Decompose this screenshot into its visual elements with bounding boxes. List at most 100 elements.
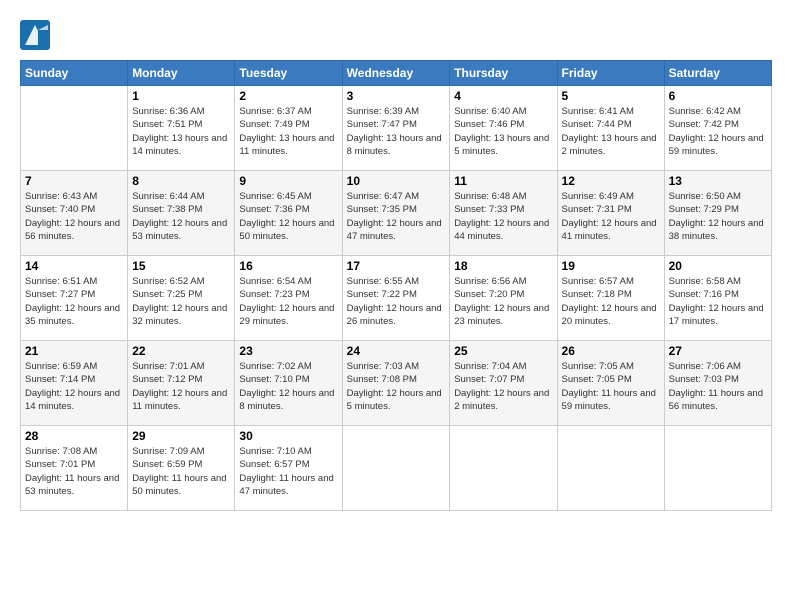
day-info: Sunrise: 6:45 AM Sunset: 7:36 PM Dayligh… bbox=[239, 190, 337, 243]
day-info: Sunrise: 7:06 AM Sunset: 7:03 PM Dayligh… bbox=[669, 360, 767, 413]
day-info: Sunrise: 6:36 AM Sunset: 7:51 PM Dayligh… bbox=[132, 105, 230, 158]
day-header-monday: Monday bbox=[128, 61, 235, 86]
calendar-cell bbox=[557, 426, 664, 511]
calendar-cell: 7 Sunrise: 6:43 AM Sunset: 7:40 PM Daylig… bbox=[21, 171, 128, 256]
day-number: 9 bbox=[239, 174, 337, 188]
logo-icon bbox=[20, 20, 50, 50]
calendar-cell: 27Sunrise: 7:06 AM Sunset: 7:03 PM Dayli… bbox=[664, 341, 771, 426]
day-number: 18 bbox=[454, 259, 552, 273]
calendar-week-1: 7 Sunrise: 6:43 AM Sunset: 7:40 PM Daylig… bbox=[21, 171, 772, 256]
calendar-cell: 13Sunrise: 6:50 AM Sunset: 7:29 PM Dayli… bbox=[664, 171, 771, 256]
calendar-week-3: 21Sunrise: 6:59 AM Sunset: 7:14 PM Dayli… bbox=[21, 341, 772, 426]
calendar-cell bbox=[450, 426, 557, 511]
day-number: 21 bbox=[25, 344, 123, 358]
calendar-cell: 18 Sunrise: 6:56 AM Sunset: 7:20 PM Dayli… bbox=[450, 256, 557, 341]
calendar-cell: 21Sunrise: 6:59 AM Sunset: 7:14 PM Dayli… bbox=[21, 341, 128, 426]
day-number: 8 bbox=[132, 174, 230, 188]
calendar-cell bbox=[21, 86, 128, 171]
calendar-cell: 17 Sunrise: 6:55 AM Sunset: 7:22 PM Dayli… bbox=[342, 256, 450, 341]
day-number: 19 bbox=[562, 259, 660, 273]
day-number: 22 bbox=[132, 344, 230, 358]
calendar-cell: 30 Sunrise: 7:10 AM Sunset: 6:57 PM Dayli… bbox=[235, 426, 342, 511]
day-number: 28 bbox=[25, 429, 123, 443]
day-info: Sunrise: 6:40 AM Sunset: 7:46 PM Dayligh… bbox=[454, 105, 552, 158]
day-info: Sunrise: 7:02 AM Sunset: 7:10 PM Dayligh… bbox=[239, 360, 337, 413]
calendar-cell: 11 Sunrise: 6:48 AM Sunset: 7:33 PM Dayli… bbox=[450, 171, 557, 256]
calendar: SundayMondayTuesdayWednesdayThursdayFrid… bbox=[20, 60, 772, 511]
calendar-cell: 20 Sunrise: 6:58 AM Sunset: 7:16 PM Dayli… bbox=[664, 256, 771, 341]
day-info: Sunrise: 6:42 AM Sunset: 7:42 PM Dayligh… bbox=[669, 105, 767, 158]
day-info: Sunrise: 6:39 AM Sunset: 7:47 PM Dayligh… bbox=[347, 105, 446, 158]
day-header-sunday: Sunday bbox=[21, 61, 128, 86]
day-header-saturday: Saturday bbox=[664, 61, 771, 86]
day-info: Sunrise: 6:37 AM Sunset: 7:49 PM Dayligh… bbox=[239, 105, 337, 158]
day-number: 15 bbox=[132, 259, 230, 273]
day-header-tuesday: Tuesday bbox=[235, 61, 342, 86]
day-header-thursday: Thursday bbox=[450, 61, 557, 86]
day-info: Sunrise: 7:10 AM Sunset: 6:57 PM Dayligh… bbox=[239, 445, 337, 498]
calendar-cell: 23 Sunrise: 7:02 AM Sunset: 7:10 PM Dayli… bbox=[235, 341, 342, 426]
calendar-cell: 2 Sunrise: 6:37 AM Sunset: 7:49 PM Daylig… bbox=[235, 86, 342, 171]
day-number: 16 bbox=[239, 259, 337, 273]
day-info: Sunrise: 6:43 AM Sunset: 7:40 PM Dayligh… bbox=[25, 190, 123, 243]
day-info: Sunrise: 6:54 AM Sunset: 7:23 PM Dayligh… bbox=[239, 275, 337, 328]
logo bbox=[20, 20, 54, 50]
day-info: Sunrise: 6:44 AM Sunset: 7:38 PM Dayligh… bbox=[132, 190, 230, 243]
day-number: 17 bbox=[347, 259, 446, 273]
day-info: Sunrise: 6:51 AM Sunset: 7:27 PM Dayligh… bbox=[25, 275, 123, 328]
day-number: 10 bbox=[347, 174, 446, 188]
day-info: Sunrise: 7:04 AM Sunset: 7:07 PM Dayligh… bbox=[454, 360, 552, 413]
day-number: 13 bbox=[669, 174, 767, 188]
day-header-wednesday: Wednesday bbox=[342, 61, 450, 86]
day-number: 12 bbox=[562, 174, 660, 188]
day-number: 30 bbox=[239, 429, 337, 443]
day-info: Sunrise: 6:52 AM Sunset: 7:25 PM Dayligh… bbox=[132, 275, 230, 328]
calendar-header-row: SundayMondayTuesdayWednesdayThursdayFrid… bbox=[21, 61, 772, 86]
calendar-cell: 16 Sunrise: 6:54 AM Sunset: 7:23 PM Dayli… bbox=[235, 256, 342, 341]
day-info: Sunrise: 6:49 AM Sunset: 7:31 PM Dayligh… bbox=[562, 190, 660, 243]
calendar-cell: 19 Sunrise: 6:57 AM Sunset: 7:18 PM Dayli… bbox=[557, 256, 664, 341]
calendar-week-0: 1Sunrise: 6:36 AM Sunset: 7:51 PM Daylig… bbox=[21, 86, 772, 171]
day-info: Sunrise: 6:47 AM Sunset: 7:35 PM Dayligh… bbox=[347, 190, 446, 243]
calendar-cell bbox=[342, 426, 450, 511]
day-info: Sunrise: 6:48 AM Sunset: 7:33 PM Dayligh… bbox=[454, 190, 552, 243]
day-number: 29 bbox=[132, 429, 230, 443]
calendar-cell: 22 Sunrise: 7:01 AM Sunset: 7:12 PM Dayli… bbox=[128, 341, 235, 426]
calendar-cell: 29 Sunrise: 7:09 AM Sunset: 6:59 PM Dayli… bbox=[128, 426, 235, 511]
day-number: 11 bbox=[454, 174, 552, 188]
calendar-week-4: 28Sunrise: 7:08 AM Sunset: 7:01 PM Dayli… bbox=[21, 426, 772, 511]
day-info: Sunrise: 7:01 AM Sunset: 7:12 PM Dayligh… bbox=[132, 360, 230, 413]
day-info: Sunrise: 6:56 AM Sunset: 7:20 PM Dayligh… bbox=[454, 275, 552, 328]
page-header bbox=[20, 20, 772, 50]
day-number: 23 bbox=[239, 344, 337, 358]
day-number: 3 bbox=[347, 89, 446, 103]
calendar-cell: 25Sunrise: 7:04 AM Sunset: 7:07 PM Dayli… bbox=[450, 341, 557, 426]
calendar-week-2: 14Sunrise: 6:51 AM Sunset: 7:27 PM Dayli… bbox=[21, 256, 772, 341]
day-info: Sunrise: 6:55 AM Sunset: 7:22 PM Dayligh… bbox=[347, 275, 446, 328]
calendar-cell bbox=[664, 426, 771, 511]
day-info: Sunrise: 7:05 AM Sunset: 7:05 PM Dayligh… bbox=[562, 360, 660, 413]
calendar-cell: 1Sunrise: 6:36 AM Sunset: 7:51 PM Daylig… bbox=[128, 86, 235, 171]
calendar-cell: 4Sunrise: 6:40 AM Sunset: 7:46 PM Daylig… bbox=[450, 86, 557, 171]
day-number: 5 bbox=[562, 89, 660, 103]
calendar-cell: 15 Sunrise: 6:52 AM Sunset: 7:25 PM Dayli… bbox=[128, 256, 235, 341]
day-number: 6 bbox=[669, 89, 767, 103]
day-info: Sunrise: 6:41 AM Sunset: 7:44 PM Dayligh… bbox=[562, 105, 660, 158]
calendar-cell: 26Sunrise: 7:05 AM Sunset: 7:05 PM Dayli… bbox=[557, 341, 664, 426]
day-info: Sunrise: 7:03 AM Sunset: 7:08 PM Dayligh… bbox=[347, 360, 446, 413]
calendar-cell: 6 Sunrise: 6:42 AM Sunset: 7:42 PM Daylig… bbox=[664, 86, 771, 171]
day-number: 20 bbox=[669, 259, 767, 273]
calendar-cell: 5 Sunrise: 6:41 AM Sunset: 7:44 PM Daylig… bbox=[557, 86, 664, 171]
day-info: Sunrise: 6:57 AM Sunset: 7:18 PM Dayligh… bbox=[562, 275, 660, 328]
day-number: 7 bbox=[25, 174, 123, 188]
day-info: Sunrise: 6:58 AM Sunset: 7:16 PM Dayligh… bbox=[669, 275, 767, 328]
calendar-cell: 14Sunrise: 6:51 AM Sunset: 7:27 PM Dayli… bbox=[21, 256, 128, 341]
calendar-cell: 9 Sunrise: 6:45 AM Sunset: 7:36 PM Daylig… bbox=[235, 171, 342, 256]
calendar-cell: 24 Sunrise: 7:03 AM Sunset: 7:08 PM Dayli… bbox=[342, 341, 450, 426]
day-header-friday: Friday bbox=[557, 61, 664, 86]
calendar-cell: 12 Sunrise: 6:49 AM Sunset: 7:31 PM Dayli… bbox=[557, 171, 664, 256]
day-number: 2 bbox=[239, 89, 337, 103]
calendar-cell: 10 Sunrise: 6:47 AM Sunset: 7:35 PM Dayli… bbox=[342, 171, 450, 256]
day-number: 24 bbox=[347, 344, 446, 358]
day-info: Sunrise: 7:09 AM Sunset: 6:59 PM Dayligh… bbox=[132, 445, 230, 498]
